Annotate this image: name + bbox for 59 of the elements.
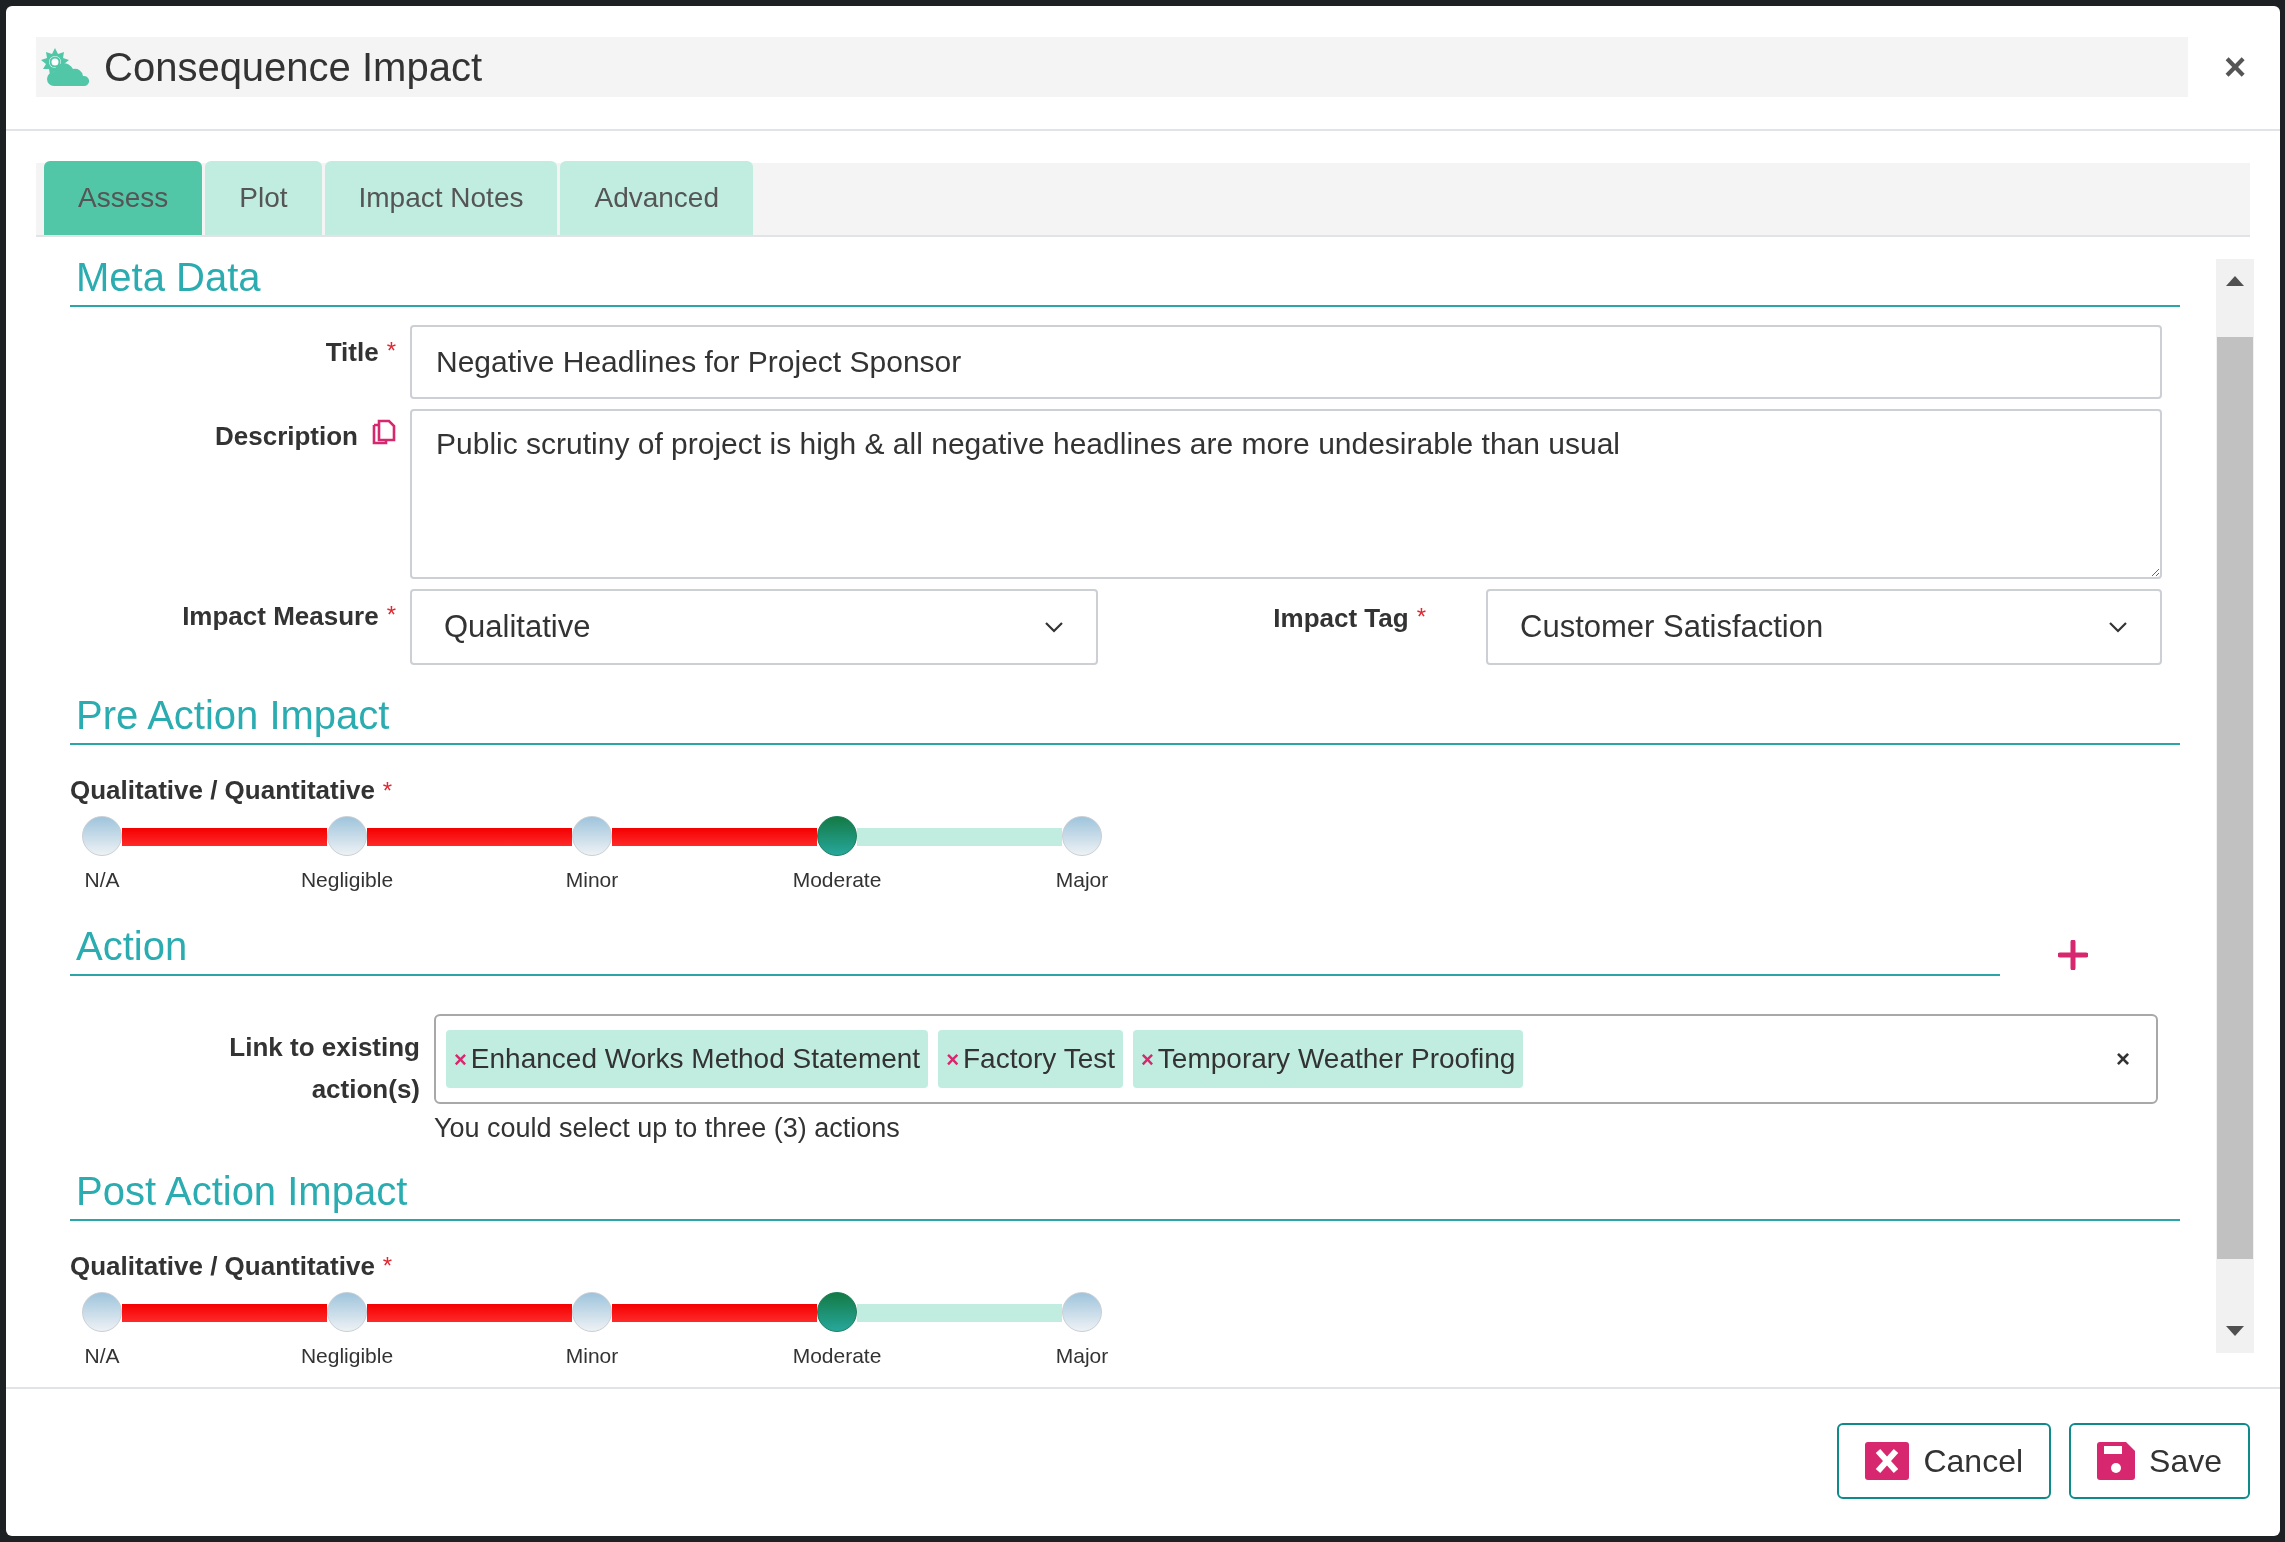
field-label: Impact Tag (1273, 602, 1409, 635)
required-asterisk: * (382, 1251, 393, 1281)
scrollbar[interactable] (2216, 259, 2254, 1353)
impact-measure-select[interactable]: Qualitative (410, 589, 1098, 665)
slider-label: Moderate (792, 867, 882, 893)
title-input[interactable]: Negative Headlines for Project Sponsor (410, 325, 2162, 399)
tab[interactable]: Impact Notes (324, 161, 558, 235)
slider-label: Negligible (300, 1342, 394, 1369)
field-label: Description (214, 420, 358, 453)
tab[interactable]: Plot (205, 161, 322, 235)
field-label: action(s) (311, 1073, 420, 1106)
slider-label: Minor (565, 1342, 619, 1369)
clear-button[interactable]: × (2116, 1041, 2130, 1077)
slider-stop[interactable] (817, 1291, 857, 1332)
slider-label: Minor (565, 867, 619, 893)
section-heading: Meta Data (76, 255, 261, 299)
scroll-down-icon[interactable] (2225, 1325, 2245, 1337)
slider-label: N/A (84, 1342, 120, 1369)
chevron-down-icon (1044, 621, 1064, 633)
tag-label: Factory Test (963, 1042, 1115, 1076)
section-heading: Post Action Impact (76, 1168, 408, 1213)
tab[interactable]: Assess (44, 161, 203, 235)
cancel-button[interactable]: Cancel (1837, 1423, 2052, 1499)
tag-label: Temporary Weather Proofing (1157, 1042, 1516, 1076)
slider-label-text: Qualitative / Quantitative (70, 1249, 375, 1283)
section-heading: Pre Action Impact (76, 693, 390, 737)
required-asterisk: * (386, 336, 396, 366)
chevron-down-icon (2108, 621, 2128, 633)
slider-stop[interactable] (817, 816, 857, 856)
tab[interactable]: Advanced (560, 161, 753, 235)
action-multiselect[interactable]: ×Enhanced Works Method Statement ×Factory Test ×Temporary Weather Proofing × (434, 1014, 2158, 1104)
scrollbar-thumb[interactable] (2217, 337, 2253, 1259)
tag-remove-button[interactable]: × (454, 1042, 467, 1076)
slider-label-text: Qualitative / Quantitative (70, 774, 375, 807)
plus-icon[interactable] (2058, 940, 2088, 970)
slider-label: Major (1055, 1342, 1109, 1369)
description-textarea[interactable]: Public scrutiny of project is high & all negative headlines are more undesirable than usual (410, 409, 2162, 579)
slider-label: Negligible (300, 867, 394, 893)
close-icon (1865, 1442, 1910, 1480)
hint-text: You could select up to three (3) actions (434, 1112, 901, 1145)
save-button[interactable]: Save (2069, 1423, 2250, 1499)
field-label: Title (325, 336, 379, 369)
copy-icon[interactable] (370, 419, 396, 447)
field-label: Impact Measure (182, 600, 379, 633)
section-heading: Action (76, 924, 188, 968)
scroll-up-icon[interactable] (2225, 275, 2245, 287)
close-button[interactable]: × (2224, 48, 2247, 86)
required-asterisk: * (386, 600, 396, 630)
tag-label: Enhanced Works Method Statement (470, 1042, 921, 1076)
tag-remove-button[interactable]: × (1141, 1042, 1154, 1076)
slider-label: N/A (84, 867, 120, 893)
field-label: Link to existing (229, 1031, 420, 1064)
impact-tag-select[interactable]: Customer Satisfaction (1486, 589, 2162, 665)
required-asterisk: * (382, 775, 393, 806)
slider-label: Moderate (792, 1342, 882, 1369)
slider-label: Major (1055, 867, 1109, 893)
dialog-title: Consequence Impact (104, 44, 482, 91)
required-asterisk: * (1416, 602, 1426, 632)
tag-remove-button[interactable]: × (946, 1042, 959, 1076)
